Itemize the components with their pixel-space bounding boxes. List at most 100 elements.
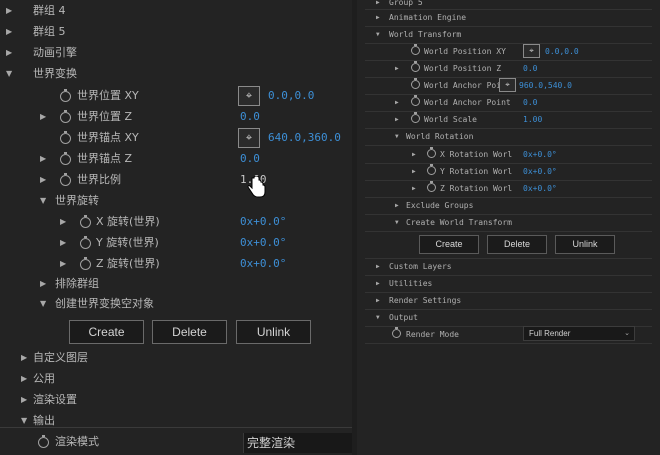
crosshair-target-icon[interactable]: ⌖ — [499, 78, 516, 92]
crosshair-target-icon[interactable]: ⌖ — [238, 86, 260, 106]
world-position-xy-value[interactable]: 0.0,0.0 — [545, 43, 579, 60]
utilities-row[interactable]: ▶ Utilities — [357, 275, 660, 292]
collapse-arrow-icon[interactable]: ▼ — [21, 411, 27, 431]
z-rotation-value[interactable]: 0x+0.0° — [523, 180, 557, 197]
create-button[interactable]: Create — [69, 320, 144, 344]
unlink-button[interactable]: Unlink — [555, 235, 615, 254]
world-rotation-row[interactable]: ▼ World Rotation — [357, 128, 660, 145]
expand-arrow-icon[interactable]: ▶ — [60, 212, 66, 232]
delete-button[interactable]: Delete — [152, 320, 227, 344]
expand-arrow-icon[interactable]: ▶ — [376, 292, 380, 309]
expand-arrow-icon[interactable]: ▶ — [21, 369, 27, 389]
render-mode-dropdown[interactable]: Full Render ⌄ — [523, 326, 635, 341]
exclude-groups-row[interactable]: ▶ 排除群组 — [0, 274, 352, 294]
output-row[interactable]: ▼ Output — [357, 309, 660, 326]
stopwatch-icon[interactable] — [411, 112, 420, 123]
stopwatch-icon[interactable] — [60, 152, 71, 165]
x-rotation-value[interactable]: 0x+0.0° — [523, 146, 557, 163]
collapse-arrow-icon[interactable]: ▼ — [376, 309, 380, 326]
stopwatch-icon[interactable] — [427, 181, 436, 192]
y-rotation-value[interactable]: 0x+0.0° — [240, 233, 286, 253]
exclude-groups-row[interactable]: ▶ Exclude Groups — [357, 197, 660, 214]
animation-engine-row[interactable]: ▶ Animation Engine — [357, 9, 660, 26]
world-rotation-row[interactable]: ▼ 世界旋转 — [0, 191, 352, 211]
expand-arrow-icon[interactable]: ▶ — [412, 146, 416, 163]
expand-arrow-icon[interactable]: ▶ — [395, 197, 399, 214]
render-settings-row[interactable]: ▶ Render Settings — [357, 292, 660, 309]
expand-arrow-icon[interactable]: ▶ — [21, 390, 27, 410]
expand-arrow-icon[interactable]: ▶ — [376, 275, 380, 292]
expand-arrow-icon[interactable]: ▶ — [395, 60, 399, 77]
expand-arrow-icon[interactable]: ▶ — [412, 163, 416, 180]
output-label: 输出 — [33, 414, 55, 427]
collapse-arrow-icon[interactable]: ▼ — [376, 26, 380, 43]
stopwatch-icon[interactable] — [411, 95, 420, 106]
group-5-row[interactable]: ▶ 群组 5 — [0, 22, 352, 42]
expand-arrow-icon[interactable]: ▶ — [40, 170, 46, 190]
stopwatch-icon[interactable] — [80, 215, 91, 228]
expand-arrow-icon[interactable]: ▶ — [40, 107, 46, 127]
expand-arrow-icon[interactable]: ▶ — [376, 9, 380, 26]
world-position-z-row: ▶ 世界位置 Z 0.0 — [0, 107, 352, 127]
collapse-arrow-icon[interactable]: ▼ — [40, 191, 46, 211]
y-rotation-value[interactable]: 0x+0.0° — [523, 163, 557, 180]
stopwatch-icon[interactable] — [80, 236, 91, 249]
world-position-xy-value[interactable]: 0.0,0.0 — [268, 86, 314, 106]
collapse-arrow-icon[interactable]: ▼ — [40, 294, 46, 314]
stopwatch-icon[interactable] — [38, 435, 49, 448]
expand-arrow-icon[interactable]: ▶ — [6, 1, 12, 21]
world-transform-row[interactable]: ▼ 世界变换 — [0, 64, 352, 84]
stopwatch-icon[interactable] — [427, 147, 436, 158]
world-anchor-point-xy-value[interactable]: 960.0,540.0 — [519, 77, 572, 94]
world-transform-row[interactable]: ▼ World Transform — [357, 26, 660, 43]
world-position-z-value[interactable]: 0.0 — [523, 60, 537, 77]
stopwatch-icon[interactable] — [60, 131, 71, 144]
render-settings-row[interactable]: ▶ 渲染设置 — [0, 390, 352, 410]
delete-button[interactable]: Delete — [487, 235, 547, 254]
utilities-row[interactable]: ▶ 公用 — [0, 369, 352, 389]
expand-arrow-icon[interactable]: ▶ — [412, 180, 416, 197]
expand-arrow-icon[interactable]: ▶ — [6, 22, 12, 42]
expand-arrow-icon[interactable]: ▶ — [21, 348, 27, 368]
x-rotation-value[interactable]: 0x+0.0° — [240, 212, 286, 232]
stopwatch-icon[interactable] — [427, 164, 436, 175]
z-rotation-value[interactable]: 0x+0.0° — [240, 254, 286, 274]
world-anchor-z-value[interactable]: 0.0 — [240, 149, 260, 169]
world-anchor-point-z-label: World Anchor Point — [424, 98, 511, 107]
stopwatch-icon[interactable] — [60, 110, 71, 123]
create-world-transform-null-row[interactable]: ▼ 创建世界变换空对象 — [0, 294, 352, 314]
world-anchor-point-z-value[interactable]: 0.0 — [523, 94, 537, 111]
expand-arrow-icon[interactable]: ▶ — [40, 274, 46, 294]
stopwatch-icon[interactable] — [392, 327, 401, 338]
output-row[interactable]: ▼ 输出 — [0, 411, 352, 431]
expand-arrow-icon[interactable]: ▶ — [376, 258, 380, 275]
stopwatch-icon[interactable] — [80, 257, 91, 270]
collapse-arrow-icon[interactable]: ▼ — [395, 128, 399, 145]
group-4-row[interactable]: ▶ 群组 4 — [0, 1, 352, 21]
world-position-z-value[interactable]: 0.0 — [240, 107, 260, 127]
expand-arrow-icon[interactable]: ▶ — [40, 149, 46, 169]
create-button[interactable]: Create — [419, 235, 479, 254]
expand-arrow-icon[interactable]: ▶ — [395, 111, 399, 128]
expand-arrow-icon[interactable]: ▶ — [60, 254, 66, 274]
collapse-arrow-icon[interactable]: ▼ — [395, 214, 399, 231]
animation-engine-row[interactable]: ▶ 动画引擎 — [0, 43, 352, 63]
stopwatch-icon[interactable] — [60, 173, 71, 186]
custom-layers-row[interactable]: ▶ Custom Layers — [357, 258, 660, 275]
render-mode-dropdown[interactable]: 完整渲染 — [243, 433, 352, 453]
crosshair-target-icon[interactable]: ⌖ — [523, 44, 540, 58]
expand-arrow-icon[interactable]: ▶ — [6, 43, 12, 63]
custom-layers-row[interactable]: ▶ 自定义图层 — [0, 348, 352, 368]
expand-arrow-icon[interactable]: ▶ — [60, 233, 66, 253]
stopwatch-icon[interactable] — [60, 89, 71, 102]
collapse-arrow-icon[interactable]: ▼ — [6, 64, 12, 84]
world-anchor-xy-value[interactable]: 640.0,360.0 — [268, 128, 341, 148]
unlink-button[interactable]: Unlink — [236, 320, 311, 344]
create-world-transform-row[interactable]: ▼ Create World Transform — [357, 214, 660, 231]
stopwatch-icon[interactable] — [411, 44, 420, 55]
crosshair-target-icon[interactable]: ⌖ — [238, 128, 260, 148]
stopwatch-icon[interactable] — [411, 78, 420, 89]
stopwatch-icon[interactable] — [411, 61, 420, 72]
expand-arrow-icon[interactable]: ▶ — [395, 94, 399, 111]
world-scale-value[interactable]: 1.00 — [523, 111, 542, 128]
